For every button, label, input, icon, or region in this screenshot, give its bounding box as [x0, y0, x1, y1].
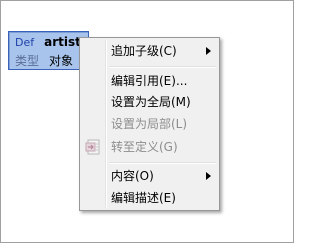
menu-item-label: 编辑引用(E)...: [111, 74, 188, 88]
menu-item-edit-reference[interactable]: 编辑引用(E)...: [82, 70, 217, 92]
menu-item-label: 设置为局部(L): [111, 117, 188, 131]
menu-item-set-local: 设置为局部(L): [82, 113, 217, 135]
menu-separator: [110, 162, 216, 164]
submenu-arrow-icon: [206, 47, 211, 55]
def-label: Def: [15, 36, 35, 49]
menu-separator: [110, 66, 216, 68]
diagram-canvas[interactable]: Def artist 类型 对象 追加子级(C) 编辑引用(E)... 设置为全局(…: [0, 0, 294, 243]
menu-item-content[interactable]: 内容(O): [82, 165, 217, 187]
node-name-row: Def artist: [15, 34, 81, 50]
context-menu: 追加子级(C) 编辑引用(E)... 设置为全局(M) 设置为局部(L) 转至定…: [79, 37, 220, 211]
menu-item-add-child[interactable]: 追加子级(C): [82, 40, 217, 62]
node-type-row: 类型 对象: [15, 53, 73, 69]
menu-item-set-global[interactable]: 设置为全局(M): [82, 91, 217, 113]
menu-item-edit-description[interactable]: 编辑描述(E): [82, 187, 217, 209]
type-label: 类型: [15, 54, 40, 68]
node-type-value: 对象: [49, 54, 74, 68]
menu-item-go-to-definition: 转至定义(G): [82, 136, 217, 158]
node-name: artist: [44, 35, 81, 49]
menu-item-label: 设置为全局(M): [111, 95, 191, 109]
menu-item-label: 转至定义(G): [111, 140, 178, 154]
menu-item-label: 追加子级(C): [111, 44, 177, 58]
menu-item-label: 编辑描述(E): [111, 191, 176, 205]
submenu-arrow-icon: [206, 172, 211, 180]
menu-item-label: 内容(O): [111, 169, 154, 183]
element-node-artist[interactable]: Def artist 类型 对象: [8, 31, 89, 70]
go-to-definition-icon: [85, 139, 101, 155]
